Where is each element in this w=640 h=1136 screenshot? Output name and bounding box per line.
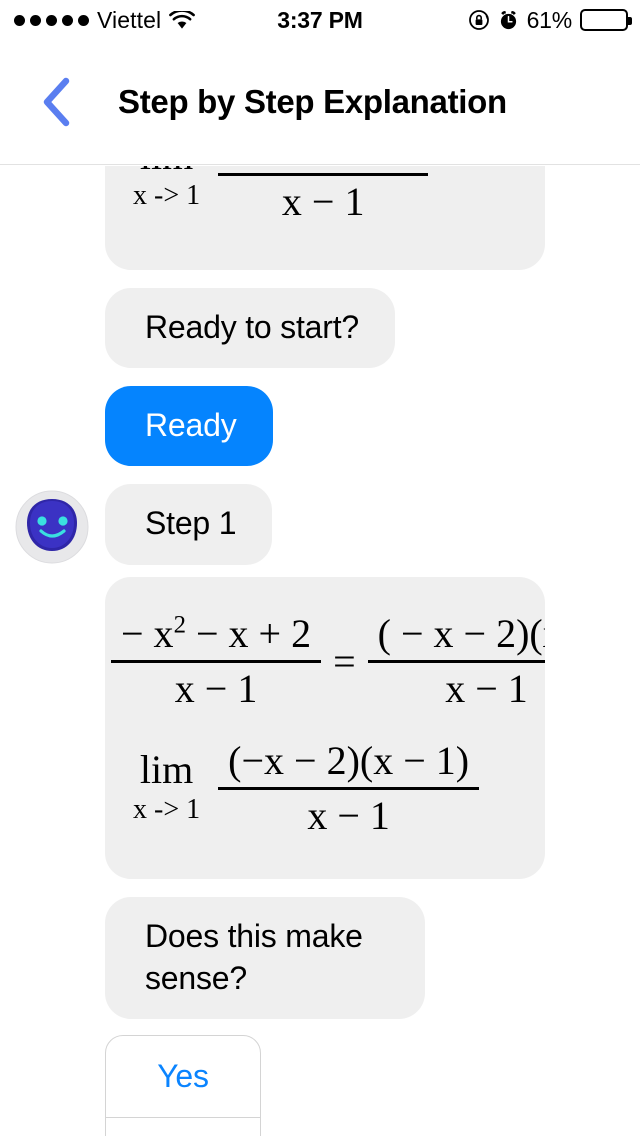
limit-subscript: x -> 1 [133,180,201,211]
app-screen: Viettel 3:37 PM 61% Step by Step Explana… [0,0,640,1136]
message-row: Ready [0,386,640,467]
math-expression: lim x -> 1 − x2 − x + 2 x − 1 [105,166,545,225]
message-row: Step 1 [0,484,640,565]
battery-percent-label: 61% [526,6,573,33]
bot-message-bubble-step: Step 1 [105,484,273,565]
chevron-left-icon [42,77,70,127]
fraction-numerator: − x2 − x + 2 [121,610,312,656]
message-row: lim x -> 1 − x2 − x + 2 x − 1 [0,166,640,270]
limit-operator: lim x -> 1 [133,166,200,213]
rotation-lock-icon [468,9,490,31]
message-row: Ready to start? [0,288,640,369]
fraction-numerator: (−x − 2)(x − 1) [228,737,470,783]
fraction: (−x − 2)(x − 1) x − 1 [218,737,480,839]
answer-choice-card: Yes No [105,1035,261,1136]
limit-operator: lim x -> 1 [133,746,201,827]
fraction-denominator: x − 1 [367,659,545,712]
equals-sign: = [333,638,356,684]
bot-avatar [14,489,90,565]
no-button[interactable]: No [106,1117,260,1136]
battery-icon [580,9,632,31]
message-row: Does this make sense? [0,896,640,1020]
fraction: − x2 − x + 2 x − 1 [218,166,429,225]
chat-scroll-area[interactable]: lim x -> 1 − x2 − x + 2 x − 1 Ready to s… [0,166,640,1136]
math-equation-line-1: − x2 − x + 2 x − 1 = ( − x − 2)(x − x − … [105,611,545,712]
limit-subscript: x -> 1 [133,793,201,825]
bot-message-bubble-question: Does this make sense? [105,896,425,1020]
message-row: − x2 − x + 2 x − 1 = ( − x − 2)(x − x − … [0,576,640,879]
fraction-numerator: − x2 − x + 2 [218,166,428,173]
limit-label: lim [139,746,194,792]
alarm-clock-icon [498,9,519,31]
back-button[interactable] [28,67,84,137]
page-title: Step by Step Explanation [118,83,507,120]
math-equation-line-2: lim x -> 1 (−x − 2)(x − 1) x − 1 [105,738,545,839]
user-message-bubble: Ready [105,386,273,467]
fraction-denominator: x − 1 [218,173,429,225]
math-bubble-step-1: − x2 − x + 2 x − 1 = ( − x − 2)(x − x − … [105,576,545,879]
navigation-header: Step by Step Explanation [0,40,640,165]
fraction-denominator: x − 1 [111,659,322,712]
fraction-right: ( − x − 2)(x − x − 1 [367,610,545,712]
yes-button[interactable]: Yes [106,1036,260,1117]
fraction-numerator: ( − x − 2)(x − [377,610,545,656]
limit-label: lim [140,166,193,176]
bot-message-bubble: Ready to start? [105,288,396,369]
fraction-left: − x2 − x + 2 x − 1 [111,610,322,712]
status-bar: Viettel 3:37 PM 61% [0,0,640,40]
fraction-denominator: x − 1 [218,786,480,839]
message-list: lim x -> 1 − x2 − x + 2 x − 1 Ready to s… [0,166,640,1136]
status-bar-right: 61% [468,6,632,34]
math-bubble-limit-problem: lim x -> 1 − x2 − x + 2 x − 1 [105,166,545,270]
